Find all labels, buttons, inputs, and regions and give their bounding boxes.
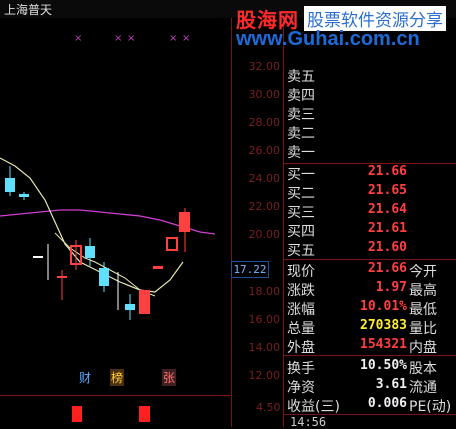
- stat-label-2: 股本: [409, 361, 437, 377]
- stat-label: 总量: [287, 321, 315, 337]
- stat-value: 21.66: [367, 261, 407, 276]
- ask-row[interactable]: 卖四: [284, 85, 456, 104]
- chart-marker: ×: [114, 33, 122, 44]
- bid-price: 21.60: [367, 240, 407, 255]
- bid-row[interactable]: 买一 21.66: [284, 164, 456, 183]
- stat-label: 现价: [287, 264, 315, 280]
- bid-row[interactable]: 买二 21.65: [284, 183, 456, 202]
- volume-bar: [72, 406, 82, 422]
- axis-tick: 26.00: [248, 144, 281, 157]
- bid-price: 21.64: [367, 202, 407, 217]
- event-tag-limit-up[interactable]: 张: [162, 369, 177, 386]
- axis-tick: 30.00: [248, 88, 281, 101]
- candle: [166, 237, 178, 251]
- stat-row: 净资 3.61 流通: [284, 377, 456, 396]
- axis-tick: 24.00: [248, 172, 281, 185]
- stat-label-2: 最低: [409, 302, 437, 318]
- stat-label-2: 内盘: [409, 340, 437, 356]
- ask-label: 卖四: [287, 88, 315, 104]
- candle: [125, 304, 135, 310]
- candle: [5, 178, 15, 192]
- bid-label: 买五: [287, 243, 315, 259]
- stat-label: 涨跌: [287, 283, 315, 299]
- bid-row[interactable]: 买四 21.61: [284, 221, 456, 240]
- chart-marker: ×: [169, 33, 177, 44]
- stat-label-2: 最高: [409, 283, 437, 299]
- candles: [5, 166, 190, 320]
- axis-tick: 12.00: [248, 369, 281, 382]
- ask-label: 卖二: [287, 126, 315, 142]
- bid-label: 买二: [287, 186, 315, 202]
- stat-label: 收益(三): [287, 399, 340, 415]
- stat-label-2: PE(动): [409, 399, 452, 415]
- stat-label: 净资: [287, 380, 315, 396]
- axis-tick: 28.00: [248, 116, 281, 129]
- event-tag-finance[interactable]: 财: [78, 369, 92, 386]
- candle: [33, 256, 43, 258]
- event-tag-rank[interactable]: 榜: [110, 369, 125, 386]
- stat-label: 外盘: [287, 340, 315, 356]
- volume-axis-tick: 4.50: [256, 401, 281, 414]
- candle: [179, 212, 190, 232]
- stat-row: 现价 21.66 今开: [284, 261, 456, 280]
- stat-value: 3.61: [375, 377, 407, 392]
- candlestick-chart[interactable]: × × × × ×: [0, 0, 232, 427]
- bid-price: 21.65: [367, 183, 407, 198]
- candle: [57, 276, 67, 278]
- volume-bar: [139, 406, 150, 422]
- stat-label-2: 流通: [409, 380, 437, 396]
- candle: [19, 194, 29, 197]
- stat-row: 外盘 154321 内盘: [284, 337, 456, 356]
- chart-marker: ×: [182, 33, 190, 44]
- candle: [153, 266, 163, 269]
- ask-row[interactable]: 卖三: [284, 104, 456, 123]
- bid-price: 21.61: [367, 221, 407, 236]
- stat-label: 涨幅: [287, 302, 315, 318]
- axis-tick: 22.00: [248, 200, 281, 213]
- bid-row[interactable]: 买三 21.64: [284, 202, 456, 221]
- axis-tick: 16.00: [248, 313, 281, 326]
- axis-tick: 14.00: [248, 341, 281, 354]
- ask-label: 卖三: [287, 107, 315, 123]
- stat-label-2: 量比: [409, 321, 437, 337]
- ask-row[interactable]: 卖一: [284, 142, 456, 161]
- bid-label: 买四: [287, 224, 315, 240]
- quote-panel: 卖五 卖四 卖三 卖二 卖一 买一 21.66 买二 21.65 买三 21.6…: [284, 62, 456, 427]
- chart-marker: ×: [74, 33, 82, 44]
- bid-row[interactable]: 买五 21.60: [284, 240, 456, 259]
- bid-label: 买三: [287, 205, 315, 221]
- watermark-url: www.Guhai.com.cn: [236, 28, 420, 50]
- chart-marker: ×: [127, 33, 135, 44]
- stat-value: 270383: [360, 318, 407, 333]
- axis-tick: 20.00: [248, 228, 281, 241]
- axis-tick: 18.00: [248, 285, 281, 298]
- stat-value: 10.01%: [360, 299, 407, 314]
- stat-row: 换手 10.50% 股本: [284, 358, 456, 377]
- stat-row: 总量 270383 量比: [284, 318, 456, 337]
- bid-label: 买一: [287, 167, 315, 183]
- axis-tick: 32.00: [248, 60, 281, 73]
- stat-row: 涨幅 10.01% 最低: [284, 299, 456, 318]
- stat-value: 0.006: [367, 396, 407, 411]
- ma-line-mid: [0, 157, 184, 293]
- stat-value: 10.50%: [360, 358, 407, 373]
- candle: [99, 268, 109, 286]
- bid-price: 21.66: [367, 164, 407, 179]
- stat-value: 154321: [360, 337, 407, 352]
- ask-label: 卖五: [287, 69, 315, 85]
- price-axis: 32.00 30.00 28.00 26.00 24.00 22.00 20.0…: [232, 0, 284, 427]
- current-price-badge: 17.22: [231, 261, 269, 278]
- stat-value: 1.97: [375, 280, 407, 295]
- stat-row: 涨跌 1.97 最高: [284, 280, 456, 299]
- ask-label: 卖一: [287, 145, 315, 161]
- stat-label-2: 今开: [409, 264, 437, 280]
- stat-row: 收益(三) 0.006 PE(动): [284, 396, 456, 415]
- ask-row[interactable]: 卖五: [284, 66, 456, 85]
- candle: [85, 246, 95, 258]
- candle: [139, 290, 150, 314]
- ask-row[interactable]: 卖二: [284, 123, 456, 142]
- stat-label: 换手: [287, 361, 315, 377]
